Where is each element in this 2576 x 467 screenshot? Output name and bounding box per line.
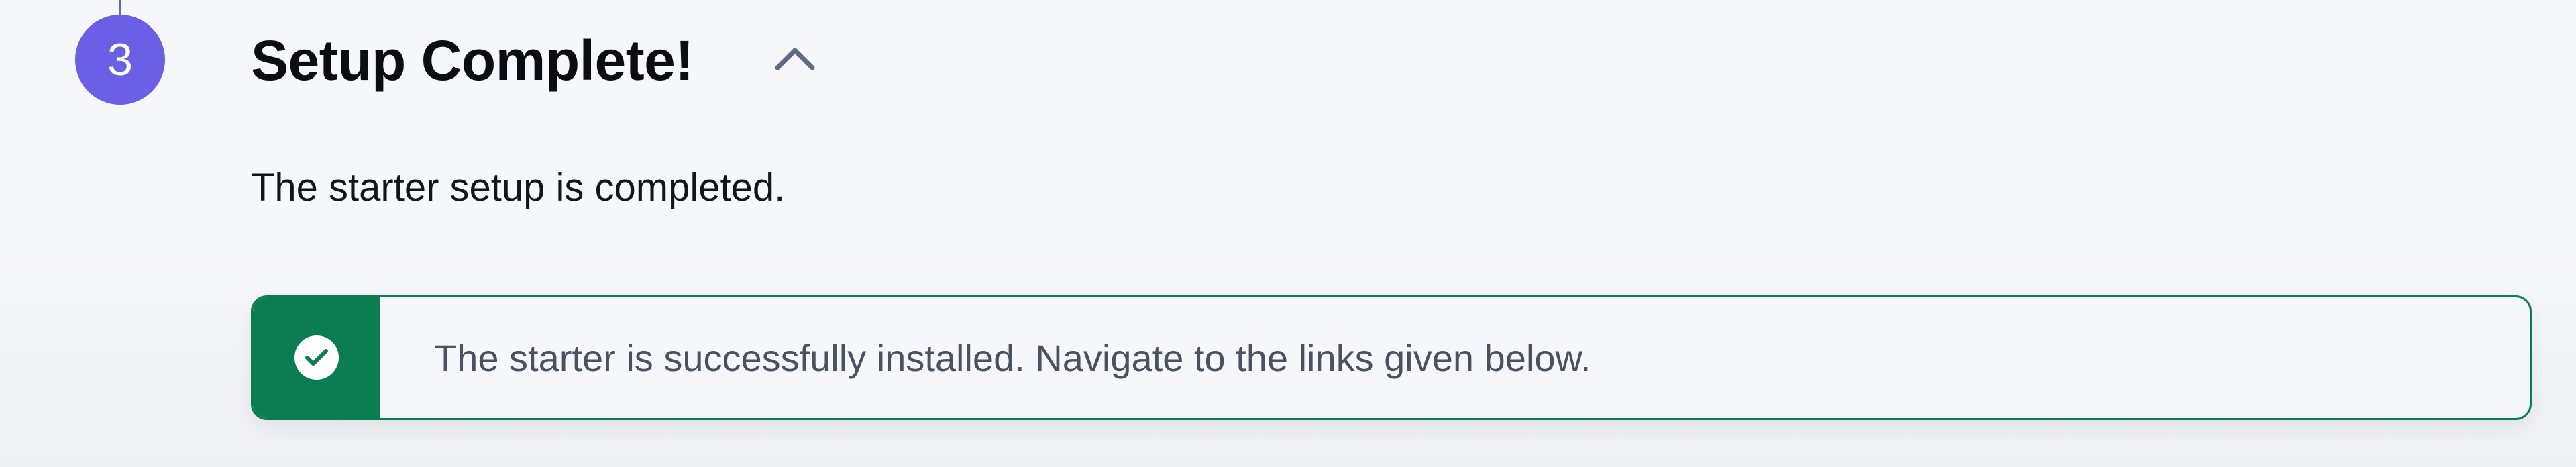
step-description: The starter setup is completed. — [251, 166, 786, 209]
collapse-step-button[interactable] — [765, 35, 825, 82]
check-circle-icon — [294, 335, 339, 380]
alert-icon-panel — [253, 297, 380, 418]
success-alert: The starter is successfully installed. N… — [251, 295, 2532, 420]
alert-message: The starter is successfully installed. N… — [434, 336, 1591, 379]
checkmark-icon — [305, 349, 328, 366]
step-title: Setup Complete! — [251, 29, 694, 92]
timeline-connector — [119, 0, 121, 16]
step-number: 3 — [107, 34, 133, 85]
chevron-up-icon — [775, 48, 815, 70]
step-number-badge: 3 — [75, 15, 165, 105]
